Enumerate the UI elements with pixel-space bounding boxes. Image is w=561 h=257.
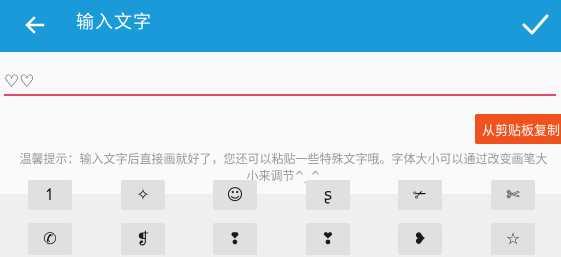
symbol-key[interactable]: ʂ	[306, 180, 350, 210]
symbol-key[interactable]: ❣	[306, 223, 350, 255]
paste-from-clipboard-button[interactable]: 从剪贴板复制	[475, 114, 561, 144]
symbol-grid: ↿ ✧ ☺ ʂ ✃ ✄ ✆ ❡ ❢ ❣ ❥ ☆	[0, 180, 561, 257]
hint-text: 温馨提示：输入文字后直接画就好了，您还可以粘贴一些特殊文字哦。字体大小可以通过改…	[19, 152, 548, 183]
symbol-key[interactable]: ❡	[121, 223, 165, 255]
symbol-key[interactable]: ☺	[213, 180, 257, 210]
symbol-key[interactable]: ✧	[121, 180, 165, 210]
symbol-key[interactable]: ☆	[491, 223, 535, 255]
back-arrow-icon[interactable]	[22, 12, 48, 38]
symbol-key[interactable]: ✄	[491, 180, 535, 210]
symbol-key[interactable]: ✆	[28, 223, 72, 255]
symbol-key[interactable]: ↿	[28, 180, 72, 210]
symbol-key[interactable]: ❥	[398, 223, 442, 255]
editor-panel: 从剪贴板复制 温馨提示：输入文字后直接画就好了，您还可以粘贴一些特殊文字哦。字体…	[0, 52, 561, 194]
app-bar: 输入文字	[0, 0, 561, 52]
text-input[interactable]	[4, 70, 556, 96]
page-title: 输入文字	[76, 12, 152, 33]
symbol-key[interactable]: ❢	[213, 223, 257, 255]
symbol-key[interactable]: ✃	[398, 180, 442, 210]
check-icon[interactable]	[518, 8, 552, 42]
